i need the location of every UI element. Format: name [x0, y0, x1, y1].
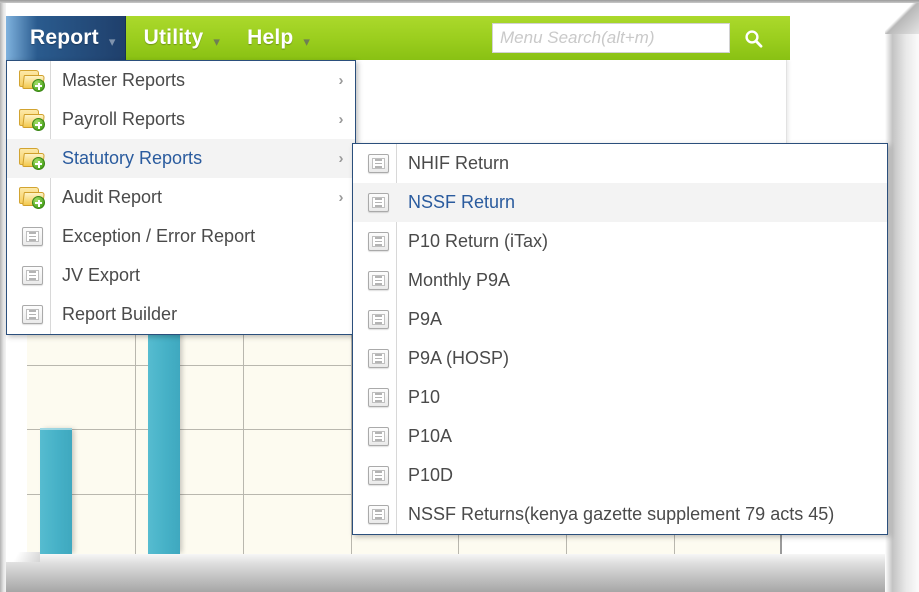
- menu-item-label: Report Builder: [62, 304, 178, 324]
- menu-item-icon: [13, 139, 51, 178]
- menu-item-label: Monthly P9A: [408, 270, 511, 290]
- menu-item-label: P9A (HOSP): [408, 348, 510, 368]
- document-list-icon: [21, 305, 43, 324]
- menu-item-label: Statutory Reports: [62, 148, 203, 168]
- chevron-down-icon: ▾: [213, 33, 221, 49]
- window-frame-bottom: [0, 554, 919, 592]
- menu-item-label: JV Export: [62, 265, 141, 285]
- document-list-icon: [367, 310, 389, 329]
- menu-item-icon: [359, 144, 397, 183]
- menu-search-button[interactable]: [730, 23, 776, 53]
- document-list-icon: [367, 193, 389, 212]
- application-window: Report ▾ Utility ▾ Help ▾ Master Reports…: [0, 0, 919, 592]
- menu-item-label: Exception / Error Report: [62, 226, 256, 246]
- menu-item-statutory-reports[interactable]: Statutory Reports ›: [7, 139, 355, 178]
- document-list-icon: [367, 349, 389, 368]
- menu-item-icon: [13, 178, 51, 217]
- folder-add-icon: [19, 70, 45, 92]
- window-frame-corner: [885, 0, 919, 34]
- window-frame-right: [885, 0, 919, 592]
- document-list-icon: [21, 227, 43, 246]
- menu-item-label: NHIF Return: [408, 153, 510, 173]
- menu-item-icon: [13, 295, 51, 334]
- menu-item-icon: [13, 100, 51, 139]
- document-list-icon: [367, 388, 389, 407]
- submenu-item-p9a-hosp[interactable]: P9A (HOSP): [353, 339, 887, 378]
- nav-item-utility-label: Utility: [143, 26, 204, 49]
- folder-add-icon: [19, 187, 45, 209]
- menu-item-label: Master Reports: [62, 70, 186, 90]
- menu-item-payroll-reports[interactable]: Payroll Reports ›: [7, 100, 355, 139]
- submenu-item-p10a[interactable]: P10A: [353, 417, 887, 456]
- menu-item-label: P10: [408, 387, 441, 407]
- document-list-icon: [367, 232, 389, 251]
- menu-item-audit-report[interactable]: Audit Report ›: [7, 178, 355, 217]
- submenu-item-nssf-return[interactable]: NSSF Return: [353, 183, 887, 222]
- menu-item-label: NSSF Return: [408, 192, 516, 212]
- menu-item-jv-export[interactable]: JV Export: [7, 256, 355, 295]
- chart-gridline-vertical: [242, 300, 244, 556]
- menu-item-master-reports[interactable]: Master Reports ›: [7, 61, 355, 100]
- window-frame-top: [0, 0, 919, 3]
- window-frame-bottom-corner: [0, 552, 40, 562]
- menu-item-icon: [359, 261, 397, 300]
- submenu-arrow-icon: ›: [338, 111, 344, 128]
- chevron-down-icon: ▾: [303, 33, 311, 49]
- menu-item-icon: [359, 339, 397, 378]
- menu-item-label: Payroll Reports: [62, 109, 186, 129]
- menu-item-label: P10D: [408, 465, 454, 485]
- nav-item-report[interactable]: Report ▾: [6, 16, 126, 60]
- submenu-item-p10-return-itax[interactable]: P10 Return (iTax): [353, 222, 887, 261]
- submenu-item-nhif-return[interactable]: NHIF Return: [353, 144, 887, 183]
- submenu-arrow-icon: ›: [338, 189, 344, 206]
- document-list-icon: [367, 271, 389, 290]
- report-dropdown-menu: Master Reports › Payroll Reports › Statutory…: [6, 60, 356, 335]
- document-list-icon: [367, 505, 389, 524]
- nav-item-utility[interactable]: Utility ▾: [126, 16, 229, 60]
- menu-item-label: Audit Report: [62, 187, 163, 207]
- menu-item-icon: [359, 456, 397, 495]
- menu-item-icon: [13, 61, 51, 100]
- menu-item-label: P10A: [408, 426, 453, 446]
- menu-item-exception-error-report[interactable]: Exception / Error Report: [7, 217, 355, 256]
- menu-item-icon: [359, 378, 397, 417]
- nav-item-help-label: Help: [247, 26, 294, 49]
- chevron-down-icon: ▾: [108, 33, 116, 49]
- menu-item-icon: [13, 217, 51, 256]
- submenu-item-nssf-returns-kenya-gazette-supplement-79-acts-45[interactable]: NSSF Returns(kenya gazette supplement 79…: [353, 495, 887, 534]
- submenu-item-p10[interactable]: P10: [353, 378, 887, 417]
- menu-item-icon: [359, 300, 397, 339]
- search-icon: [744, 29, 762, 48]
- submenu-arrow-icon: ›: [338, 72, 344, 89]
- menu-item-icon: [359, 222, 397, 261]
- submenu-arrow-icon: ›: [338, 150, 344, 167]
- nav-item-report-label: Report: [30, 26, 99, 49]
- document-list-icon: [367, 154, 389, 173]
- folder-add-icon: [19, 109, 45, 131]
- document-list-icon: [367, 466, 389, 485]
- menu-item-icon: [359, 183, 397, 222]
- menu-item-label: NSSF Returns(kenya gazette supplement 79…: [408, 504, 835, 524]
- statutory-reports-submenu: NHIF Return NSSF Return P10 Return (iTax) M…: [352, 143, 888, 535]
- folder-add-icon: [19, 148, 45, 170]
- document-list-icon: [367, 427, 389, 446]
- chart-bar: [39, 427, 73, 554]
- menu-item-report-builder[interactable]: Report Builder: [7, 295, 355, 334]
- menu-item-label: P9A: [408, 309, 443, 329]
- menu-search-area: [492, 16, 790, 60]
- menu-item-icon: [359, 495, 397, 534]
- nav-item-help[interactable]: Help ▾: [229, 16, 319, 60]
- menu-item-icon: [359, 417, 397, 456]
- document-list-icon: [21, 266, 43, 285]
- submenu-item-p9a[interactable]: P9A: [353, 300, 887, 339]
- menu-search-input[interactable]: [492, 23, 730, 53]
- menu-item-label: P10 Return (iTax): [408, 231, 549, 251]
- menu-item-icon: [13, 256, 51, 295]
- submenu-item-p10d[interactable]: P10D: [353, 456, 887, 495]
- chart-gridline-vertical: [134, 300, 136, 556]
- main-menu-bar: Report ▾ Utility ▾ Help ▾: [6, 16, 790, 60]
- submenu-item-monthly-p9a[interactable]: Monthly P9A: [353, 261, 887, 300]
